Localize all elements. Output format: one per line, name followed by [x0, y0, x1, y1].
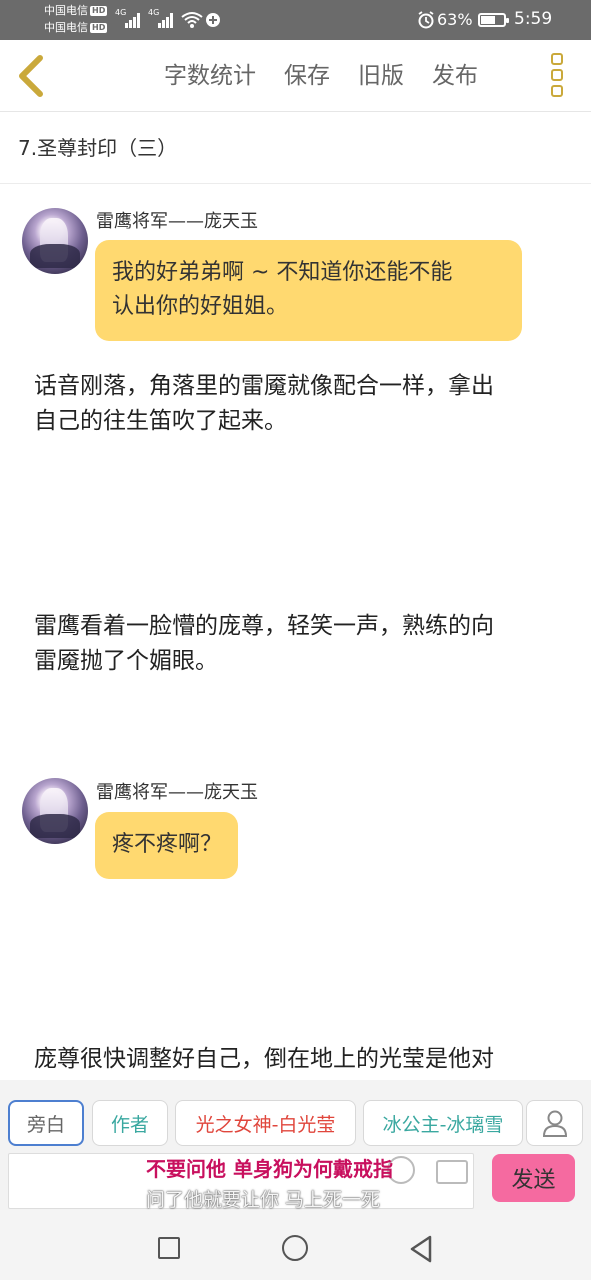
carrier-2: 中国电信 HD	[44, 21, 108, 34]
narration-line: 雷魇抛了个媚眼。	[34, 648, 218, 674]
hd-badge: HD	[90, 23, 108, 33]
publish-button[interactable]: 发布	[432, 58, 478, 94]
signal-icon: 4G	[148, 8, 174, 28]
character-chip-narrator[interactable]: 旁白	[8, 1100, 84, 1146]
back-arrow-icon[interactable]	[12, 54, 52, 98]
old-version-button[interactable]: 旧版	[358, 58, 404, 94]
speaker-name: 雷鹰将军——庞天玉	[96, 211, 258, 232]
image-icon[interactable]	[436, 1160, 468, 1184]
dialogue-bubble[interactable]: 我的好弟弟啊 ~ 不知道你还能不能 认出你的好姐姐。	[95, 240, 522, 341]
dialogue-bubble[interactable]: 疼不疼啊？	[95, 812, 239, 879]
narration-paragraph[interactable]: 雷鹰看着一脸懵的庞尊，轻笑一声，熟练的向 雷魇抛了个媚眼。	[34, 609, 564, 679]
dialogue-line: 疼不疼啊？	[112, 832, 223, 857]
alarm-icon	[418, 11, 434, 29]
dialogue-line: 认出你的好姐姐。	[112, 294, 289, 319]
home-icon[interactable]	[282, 1235, 308, 1261]
battery-percent: 63%	[437, 10, 473, 29]
hd-badge: HD	[90, 6, 108, 16]
send-button[interactable]: 发送	[492, 1154, 575, 1202]
add-character-button[interactable]	[526, 1100, 583, 1146]
clock: 5:59	[514, 9, 553, 29]
narration-paragraph[interactable]: 话音刚落，角落里的雷魇就像配合一样，拿出 自己的往生笛吹了起来。	[34, 369, 564, 439]
status-bar: 中国电信 HD 中国电信 HD 4G 4G 63% 5:59	[0, 0, 591, 40]
story-content[interactable]: 雷鹰将军——庞天玉 我的好弟弟啊 ~ 不知道你还能不能 认出你的好姐姐。 话音刚…	[0, 184, 591, 1080]
input-bar: 不要问他 单身狗为何戴戒指 问了他就要让你 马上死一死 发送	[0, 1150, 591, 1211]
editor-toolbar: 字数统计 保存 旧版 发布	[0, 40, 591, 112]
toolbar-actions: 字数统计 保存 旧版 发布	[164, 58, 506, 94]
chapter-header[interactable]: 7.圣尊封印（三）	[0, 112, 591, 184]
avatar[interactable]	[22, 208, 88, 274]
signal-icon: 4G	[115, 8, 141, 28]
save-button[interactable]: 保存	[284, 58, 330, 94]
speaker-name: 雷鹰将军——庞天玉	[96, 782, 258, 803]
back-icon[interactable]	[408, 1234, 434, 1264]
character-chip-bai-guangying[interactable]: 光之女神-白光莹	[175, 1100, 356, 1146]
recent-apps-icon[interactable]	[158, 1237, 180, 1259]
overlay-caption-2: 问了他就要让你 马上死一死	[146, 1189, 381, 1211]
narration-paragraph[interactable]: 庞尊很快调整好自己，倒在地上的光莹是他对	[34, 1042, 564, 1077]
character-bar: 旁白 作者 光之女神-白光莹 冰公主-冰璃雪	[0, 1080, 591, 1150]
user-icon	[542, 1110, 567, 1137]
character-chip-bing-lixue[interactable]: 冰公主-冰璃雪	[363, 1100, 523, 1146]
wifi-icon	[181, 12, 220, 28]
carrier-1: 中国电信 HD	[44, 4, 108, 17]
overlay-caption-1: 不要问他 单身狗为何戴戒指	[146, 1157, 393, 1181]
chapter-title: 7.圣尊封印（三）	[18, 136, 178, 160]
system-nav-bar	[0, 1210, 591, 1280]
narration-line: 庞尊很快调整好自己，倒在地上的光莹是他对	[34, 1046, 494, 1072]
dialogue-line: 我的好弟弟啊 ~ 不知道你还能不能	[112, 260, 453, 285]
character-chip-author[interactable]: 作者	[92, 1100, 168, 1146]
more-menu-icon[interactable]	[551, 53, 565, 99]
avatar[interactable]	[22, 778, 88, 844]
narration-line: 话音刚落，角落里的雷魇就像配合一样，拿出	[34, 373, 494, 399]
narration-line: 雷鹰看着一脸懵的庞尊，轻笑一声，熟练的向	[34, 613, 494, 639]
battery-icon	[478, 13, 509, 27]
word-count-button[interactable]: 字数统计	[164, 58, 256, 94]
narration-line: 自己的往生笛吹了起来。	[34, 408, 287, 434]
